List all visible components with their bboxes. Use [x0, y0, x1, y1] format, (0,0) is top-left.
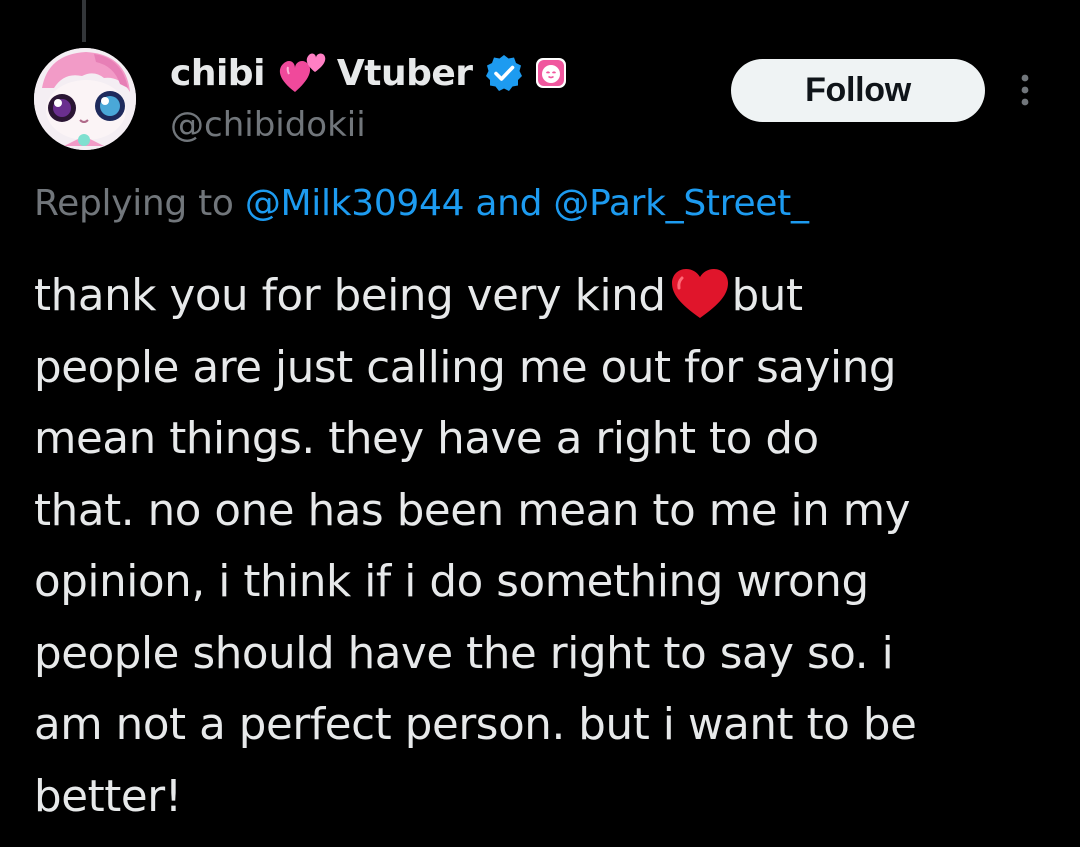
mention-link-2[interactable]: @Park_Street_ [553, 183, 809, 224]
tweet-line: opinion, i think if i do something wrong [34, 557, 869, 607]
replying-to-label: Replying to [34, 183, 245, 224]
avatar[interactable] [34, 48, 136, 150]
mention-link-1[interactable]: @Milk30944 [245, 183, 465, 224]
tweet-line: am not a perfect person. but i want to b… [34, 700, 917, 750]
red-heart-icon [670, 268, 730, 320]
tweet-line: that. no one has been mean to me in my [34, 485, 911, 536]
verified-badge-icon[interactable] [485, 54, 523, 92]
tweet-line: mean things. they have a right to do [34, 414, 819, 464]
tweet-line: better! [34, 771, 182, 822]
more-options-icon[interactable] [1010, 72, 1040, 108]
follow-button[interactable]: Follow [731, 59, 985, 122]
author-name-row[interactable]: chibi Vtuber [170, 50, 567, 96]
two-hearts-icon [275, 50, 329, 96]
thread-connector-line [82, 0, 86, 42]
author-name-second[interactable]: Vtuber [337, 53, 473, 94]
tweet-line: people are just calling me out for sayin… [34, 342, 897, 393]
mention-conjunction[interactable]: and [464, 183, 553, 224]
author-handle[interactable]: @chibidokii [170, 105, 366, 145]
tweet-text: thank you for being very kind but people … [34, 261, 1054, 833]
tweet-text-segment: but [731, 271, 803, 321]
author-name-first[interactable]: chibi [170, 53, 265, 94]
reply-context: Replying to @Milk30944 and @Park_Street_ [34, 183, 809, 224]
tweet-line: thank you for being very kind but [34, 261, 1054, 333]
tweet-line: people should have the right to say so. … [34, 628, 894, 679]
affiliate-badge-icon[interactable] [535, 57, 567, 89]
tweet-text-segment: thank you for being very kind [34, 271, 666, 321]
